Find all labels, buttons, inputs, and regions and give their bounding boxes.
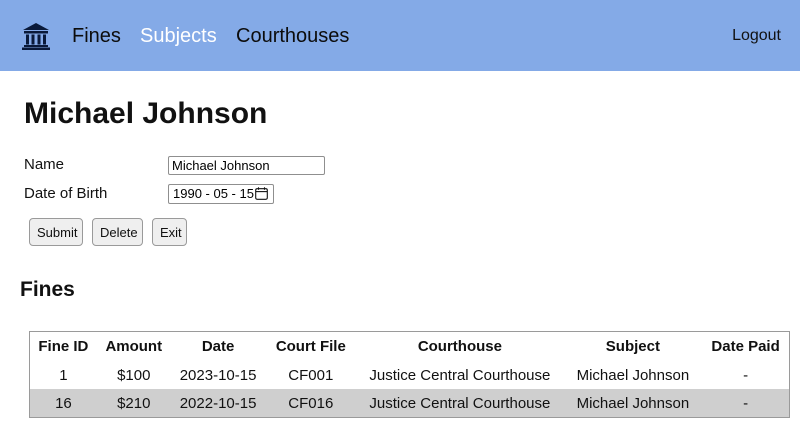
table-row[interactable]: 1 $100 2023-10-15 CF001 Justice Central … [30, 361, 790, 389]
cell-courthouse: Justice Central Courthouse [356, 389, 564, 418]
date-of-birth-input[interactable]: 1990 - 05 - 15 [168, 184, 274, 204]
fines-section-title: Fines [20, 278, 75, 301]
submit-button[interactable]: Submit [29, 218, 83, 246]
cell-courthouse: Justice Central Courthouse [369, 366, 551, 384]
delete-button[interactable]: Delete [92, 218, 143, 246]
column-header: Amount [105, 338, 163, 355]
column-header: Subject [605, 338, 660, 355]
courthouse-icon[interactable] [22, 22, 50, 50]
name-input[interactable] [168, 156, 325, 175]
cell-date: 2023-10-15 [179, 366, 257, 384]
column-header: Date Paid [711, 338, 780, 355]
table-header-row: Fine ID Amount Date Court File Courthous… [30, 332, 790, 362]
column-header: Court File [275, 338, 346, 355]
navbar: Fines Subjects Courthouses Logout [0, 0, 800, 71]
cell-date-paid: - [743, 366, 749, 384]
date-of-birth-value: 1990 - 05 - 15 [173, 186, 254, 201]
cell-date-paid: - [702, 389, 790, 418]
cell-court-file: CF001 [288, 366, 334, 384]
logout-link[interactable]: Logout [732, 27, 781, 45]
fines-table: Fine ID Amount Date Court File Courthous… [29, 331, 790, 418]
date-of-birth-label: Date of Birth [24, 185, 108, 202]
name-label: Name [24, 156, 65, 173]
nav-link-courthouses[interactable]: Courthouses [236, 24, 349, 48]
cell-fine-id: 1 [59, 366, 68, 384]
column-header: Fine ID [38, 338, 89, 355]
cell-amount: $100 [117, 366, 151, 384]
nav-link-fines[interactable]: Fines [72, 24, 121, 48]
cell-fine-id: 16 [29, 389, 97, 418]
calendar-icon[interactable] [255, 187, 268, 200]
page-title: Michael Johnson [24, 97, 268, 130]
column-header: Date [201, 338, 235, 355]
cell-date: 2022-10-15 [170, 389, 266, 418]
table-row[interactable]: 16 $210 2022-10-15 CF016 Justice Central… [29, 389, 790, 418]
cell-amount: $210 [96, 389, 171, 418]
cell-court-file: CF016 [265, 389, 357, 418]
nav-link-subjects[interactable]: Subjects [140, 24, 217, 48]
cell-subject: Michael Johnson [563, 389, 703, 418]
cell-subject: Michael Johnson [576, 366, 690, 384]
exit-button[interactable]: Exit [152, 218, 187, 246]
column-header: Courthouse [417, 338, 502, 355]
